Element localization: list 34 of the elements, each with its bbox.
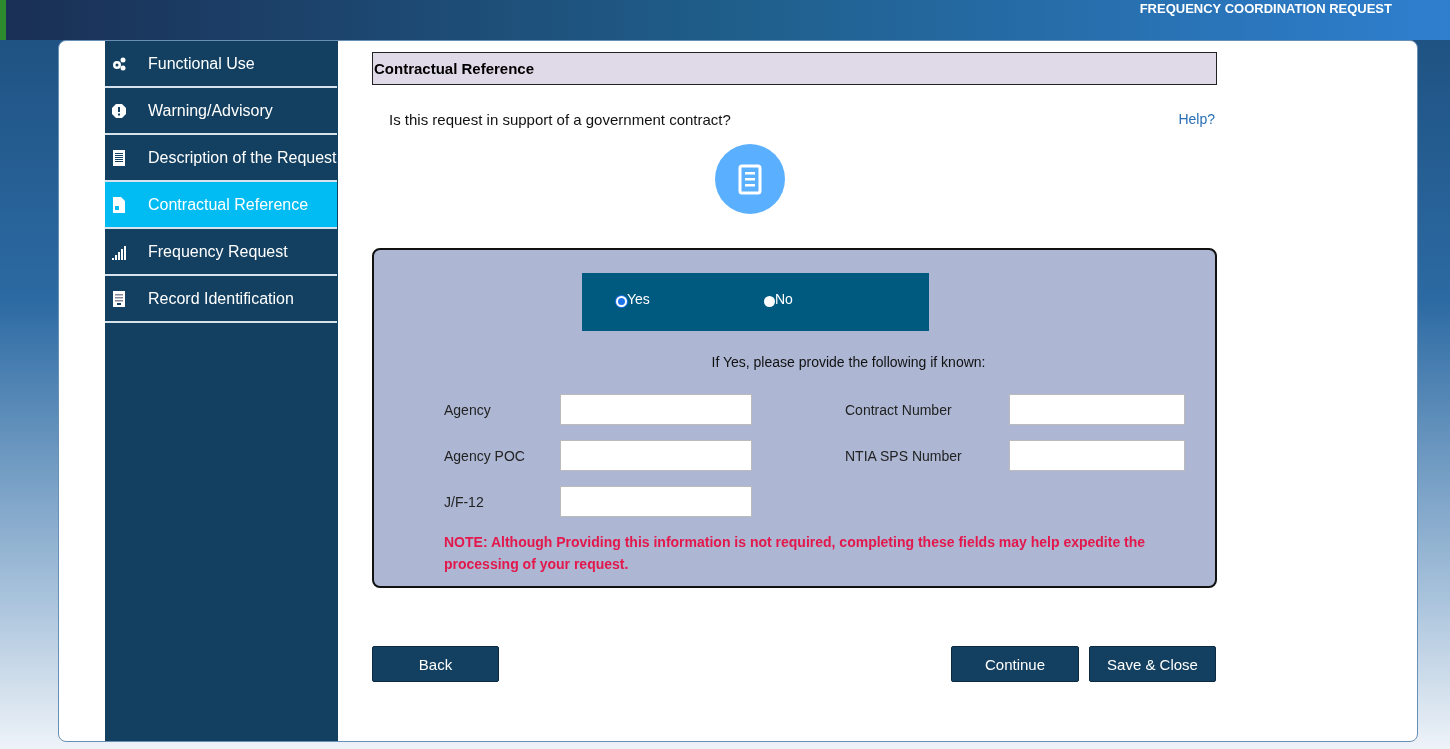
question-text: Is this request in support of a government contract? [389, 111, 731, 128]
sidebar-item[interactable]: Record Identification [105, 276, 337, 323]
save-close-button[interactable]: Save & Close [1089, 646, 1216, 682]
signal-bars-icon [111, 243, 127, 260]
keypad-icon [111, 290, 127, 307]
input-field[interactable] [1009, 394, 1185, 425]
document-icon [715, 144, 785, 214]
back-button[interactable]: Back [372, 646, 499, 682]
section-title: Contractual Reference [372, 52, 1217, 85]
document-icon [111, 149, 127, 166]
input-field[interactable] [1009, 440, 1185, 471]
alert-icon [111, 102, 127, 119]
sidebar-item[interactable]: Functional Use [105, 41, 337, 88]
gears-icon [111, 55, 127, 72]
field-label: Contract Number [845, 401, 953, 418]
radio-button[interactable] [616, 296, 627, 307]
field-label: NTIA SPS Number [845, 447, 963, 464]
field-label: Agency [444, 401, 492, 418]
input-field[interactable] [560, 440, 752, 471]
radio-option[interactable]: Yes [616, 291, 763, 307]
radio-button[interactable] [764, 296, 775, 307]
page-title: FREQUENCY COORDINATION REQUEST [1139, 2, 1392, 15]
field-label: Agency POC [444, 447, 526, 464]
input-field[interactable] [560, 486, 752, 517]
continue-button[interactable]: Continue [951, 646, 1079, 682]
note-text: NOTE: Although Providing this information is not required, completing these fields may help expedite the processing of your request. [444, 533, 1147, 574]
sidebar-item[interactable]: Warning/Advisory [105, 88, 337, 135]
hint-text: If Yes, please provide the following if known: [710, 354, 987, 370]
page-icon [111, 196, 127, 213]
help-link[interactable]: Help? [1178, 111, 1215, 128]
radio-option[interactable]: No [764, 291, 911, 307]
sidebar-item[interactable]: Frequency Request [105, 229, 337, 276]
input-field[interactable] [560, 394, 752, 425]
field-label: J/F-12 [444, 493, 485, 510]
